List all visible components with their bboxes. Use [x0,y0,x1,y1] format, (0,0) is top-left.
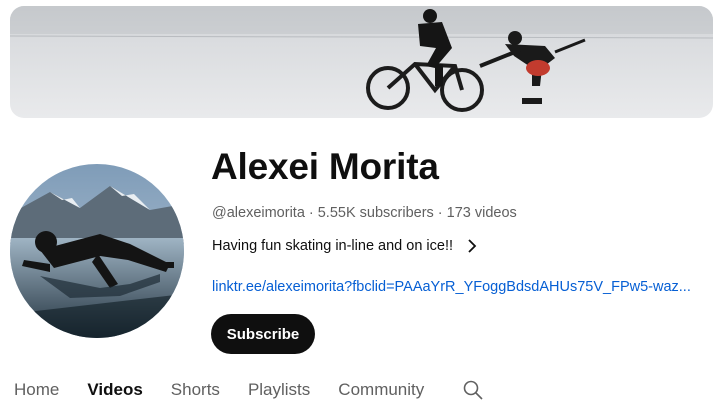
channel-banner [10,6,713,118]
channel-avatar[interactable] [10,164,184,338]
subscriber-count: 5.55K subscribers [317,205,434,221]
channel-tabs: Home Videos Shorts Playlists Community [14,380,484,410]
search-icon[interactable] [462,379,484,401]
meta-separator: · [437,205,443,221]
description-text: Having fun skating in-line and on ice!! [212,238,454,254]
chevron-right-icon[interactable] [465,239,479,253]
channel-name: Alexei Morita [211,146,439,187]
tab-home[interactable]: Home [14,380,59,400]
tab-shorts[interactable]: Shorts [171,380,220,400]
channel-handle: @alexeimorita [212,205,305,221]
tab-community[interactable]: Community [338,380,424,400]
video-count: 173 videos [446,205,517,221]
channel-link[interactable]: linktr.ee/alexeimorita?fbclid=PAAaYrR_YF… [212,279,712,295]
tab-videos[interactable]: Videos [87,380,142,400]
channel-meta: @alexeimorita · 5.55K subscribers · 173 vide… [212,205,517,221]
channel-description[interactable]: Having fun skating in-line and on ice!! [212,238,479,254]
tab-playlists[interactable]: Playlists [248,380,310,400]
meta-separator: · [308,205,314,221]
subscribe-button[interactable]: Subscribe [211,314,315,354]
